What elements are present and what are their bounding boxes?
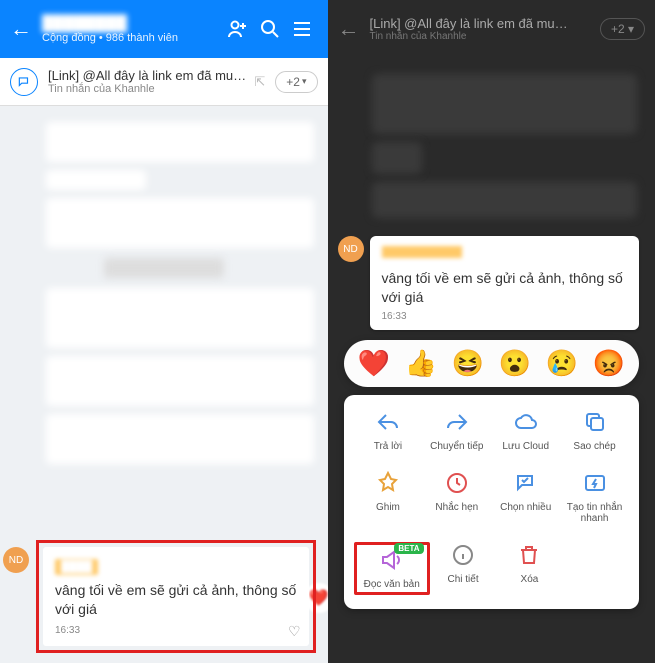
menu-details[interactable]: Chi tiết <box>430 542 496 595</box>
add-member-icon[interactable] <box>222 17 254 41</box>
message-time: 16:33 <box>382 311 628 322</box>
menu-pin[interactable]: Ghim <box>354 470 423 524</box>
trash-icon <box>516 542 542 568</box>
avatar: ND <box>338 236 364 262</box>
message-time: 16:33 <box>55 625 297 636</box>
sender-name-blurred: ████ <box>55 559 98 575</box>
clock-icon <box>444 470 470 496</box>
quick-message-icon <box>582 470 608 496</box>
sender-name-blurred <box>382 246 462 258</box>
forward-icon <box>444 409 470 435</box>
chat-header: ← ████████ Cộng đồng • 986 thành viên <box>0 0 328 58</box>
menu-read-text[interactable]: BETA Đọc văn bản <box>359 547 425 590</box>
menu-delete[interactable]: Xóa <box>496 542 562 595</box>
chat-header-dimmed: ← [Link] @All đây là link em đã mu… Tin … <box>328 0 655 58</box>
reaction-sad[interactable]: 😢 <box>546 348 578 379</box>
pinned-count-badge[interactable]: +2 ▾ <box>275 71 317 93</box>
select-icon <box>513 470 539 496</box>
chat-area: ❤️ ND ████ vâng tối về em sẽ gửi cả ảnh,… <box>0 106 328 663</box>
pinned-count-badge: +2 ▾ <box>600 18 645 40</box>
info-icon <box>450 542 476 568</box>
menu-reply[interactable]: Trả lời <box>354 409 423 452</box>
pinned-bar[interactable]: [Link] @All đây là link em đã mu… Tin nh… <box>0 58 328 106</box>
reaction-bar: ❤️ 👍 😆 😮 😢 😡 <box>344 340 640 387</box>
highlighted-menu-item: BETA Đọc văn bản <box>354 542 430 595</box>
menu-forward[interactable]: Chuyển tiếp <box>422 409 491 452</box>
group-name: ████████ <box>42 15 222 32</box>
menu-quick[interactable]: Tạo tin nhắn nhanh <box>560 470 629 524</box>
pinned-title: [Link] @All đây là link em đã mu… <box>48 68 254 83</box>
reaction-like[interactable]: 👍 <box>405 348 437 379</box>
context-menu: Trả lời Chuyển tiếp Lưu Cloud Sao chép <box>344 395 640 609</box>
pinned-message-icon <box>10 68 38 96</box>
menu-copy[interactable]: Sao chép <box>560 409 629 452</box>
back-icon[interactable]: ← <box>338 16 360 42</box>
avatar: ND <box>3 547 29 573</box>
reply-icon <box>375 409 401 435</box>
message-text: vâng tối về em sẽ gửi cả ảnh, thông số v… <box>55 581 297 619</box>
menu-remind[interactable]: Nhắc hẹn <box>422 470 491 524</box>
selected-message: ND vâng tối về em sẽ gửi cả ảnh, thông s… <box>370 236 640 330</box>
chat-area-dimmed: ND vâng tối về em sẽ gửi cả ảnh, thông s… <box>328 58 655 663</box>
reaction-haha[interactable]: 😆 <box>452 348 484 379</box>
pin-icon <box>375 470 401 496</box>
highlighted-message: ND ████ vâng tối về em sẽ gửi cả ảnh, th… <box>36 540 316 653</box>
pinned-title: [Link] @All đây là link em đã mu… <box>370 16 600 31</box>
pinned-subtitle: Tin nhắn của Khanhle <box>370 31 600 42</box>
reaction-heart[interactable]: ❤️ <box>358 348 390 379</box>
react-icon[interactable]: ♡ <box>288 623 301 640</box>
message-text: vâng tối về em sẽ gửi cả ảnh, thông số v… <box>382 269 628 307</box>
menu-cloud[interactable]: Lưu Cloud <box>491 409 560 452</box>
reaction-wow[interactable]: 😮 <box>499 348 531 379</box>
beta-badge: BETA <box>394 543 423 554</box>
menu-icon[interactable] <box>286 17 318 41</box>
back-icon[interactable]: ← <box>10 16 32 42</box>
copy-icon <box>582 409 608 435</box>
left-screenshot: ← ████████ Cộng đồng • 986 thành viên [L… <box>0 0 328 663</box>
right-screenshot: ← [Link] @All đây là link em đã mu… Tin … <box>328 0 655 663</box>
search-icon[interactable] <box>254 17 286 41</box>
reaction-angry[interactable]: 😡 <box>593 348 625 379</box>
pin-collapse-icon[interactable]: ⇱ <box>254 74 265 90</box>
pinned-subtitle: Tin nhắn của Khanhle <box>48 83 254 95</box>
menu-select[interactable]: Chọn nhiều <box>491 470 560 524</box>
group-subtitle: Cộng đồng • 986 thành viên <box>42 32 222 44</box>
cloud-icon <box>513 409 539 435</box>
